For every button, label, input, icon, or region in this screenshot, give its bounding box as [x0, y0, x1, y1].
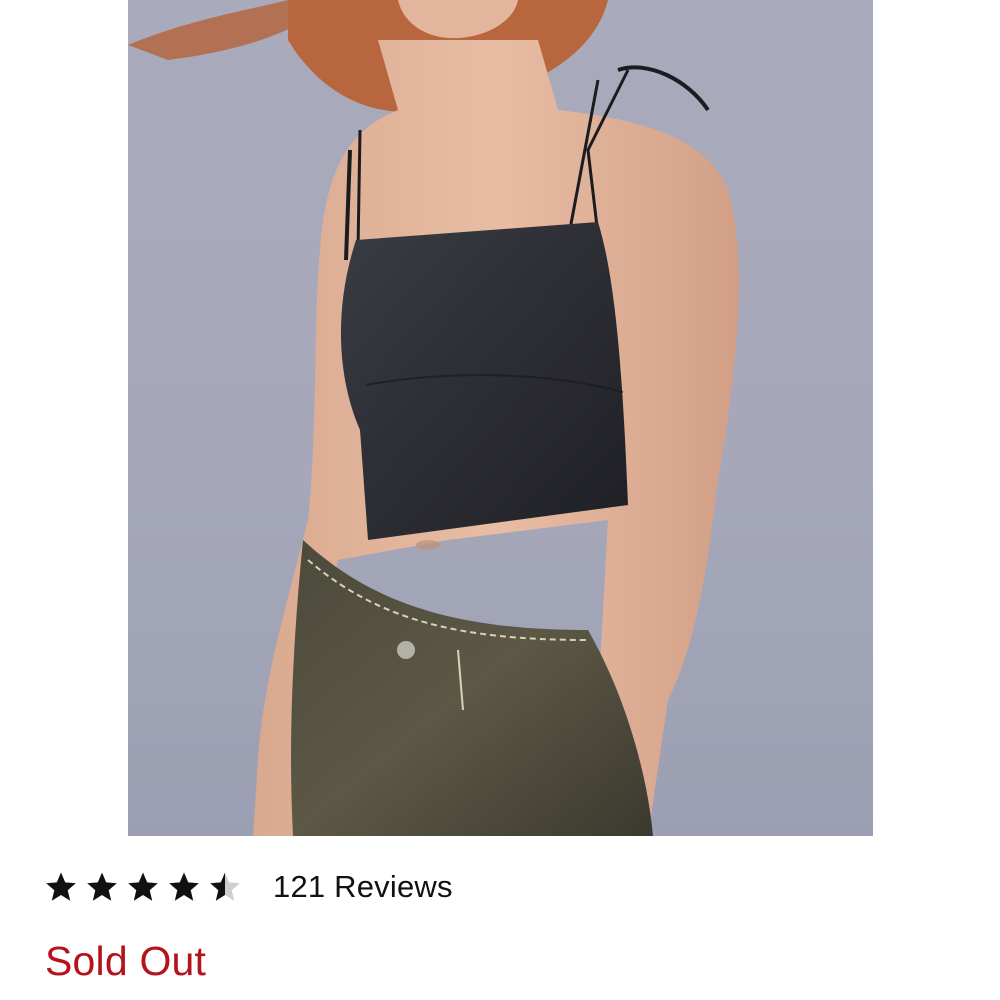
- star-full-icon: [128, 872, 158, 901]
- star-full-icon: [87, 872, 117, 901]
- star-full-icon: [169, 872, 199, 901]
- star-half-icon: [210, 872, 240, 901]
- reviews-link[interactable]: 121 Reviews: [273, 869, 453, 905]
- product-image[interactable]: [128, 0, 873, 836]
- sold-out-status: Sold Out: [45, 938, 207, 984]
- product-photo-illustration: [128, 0, 739, 836]
- rating-row: 121 Reviews: [45, 866, 453, 908]
- star-full-icon: [46, 872, 76, 901]
- star-rating[interactable]: [45, 871, 241, 903]
